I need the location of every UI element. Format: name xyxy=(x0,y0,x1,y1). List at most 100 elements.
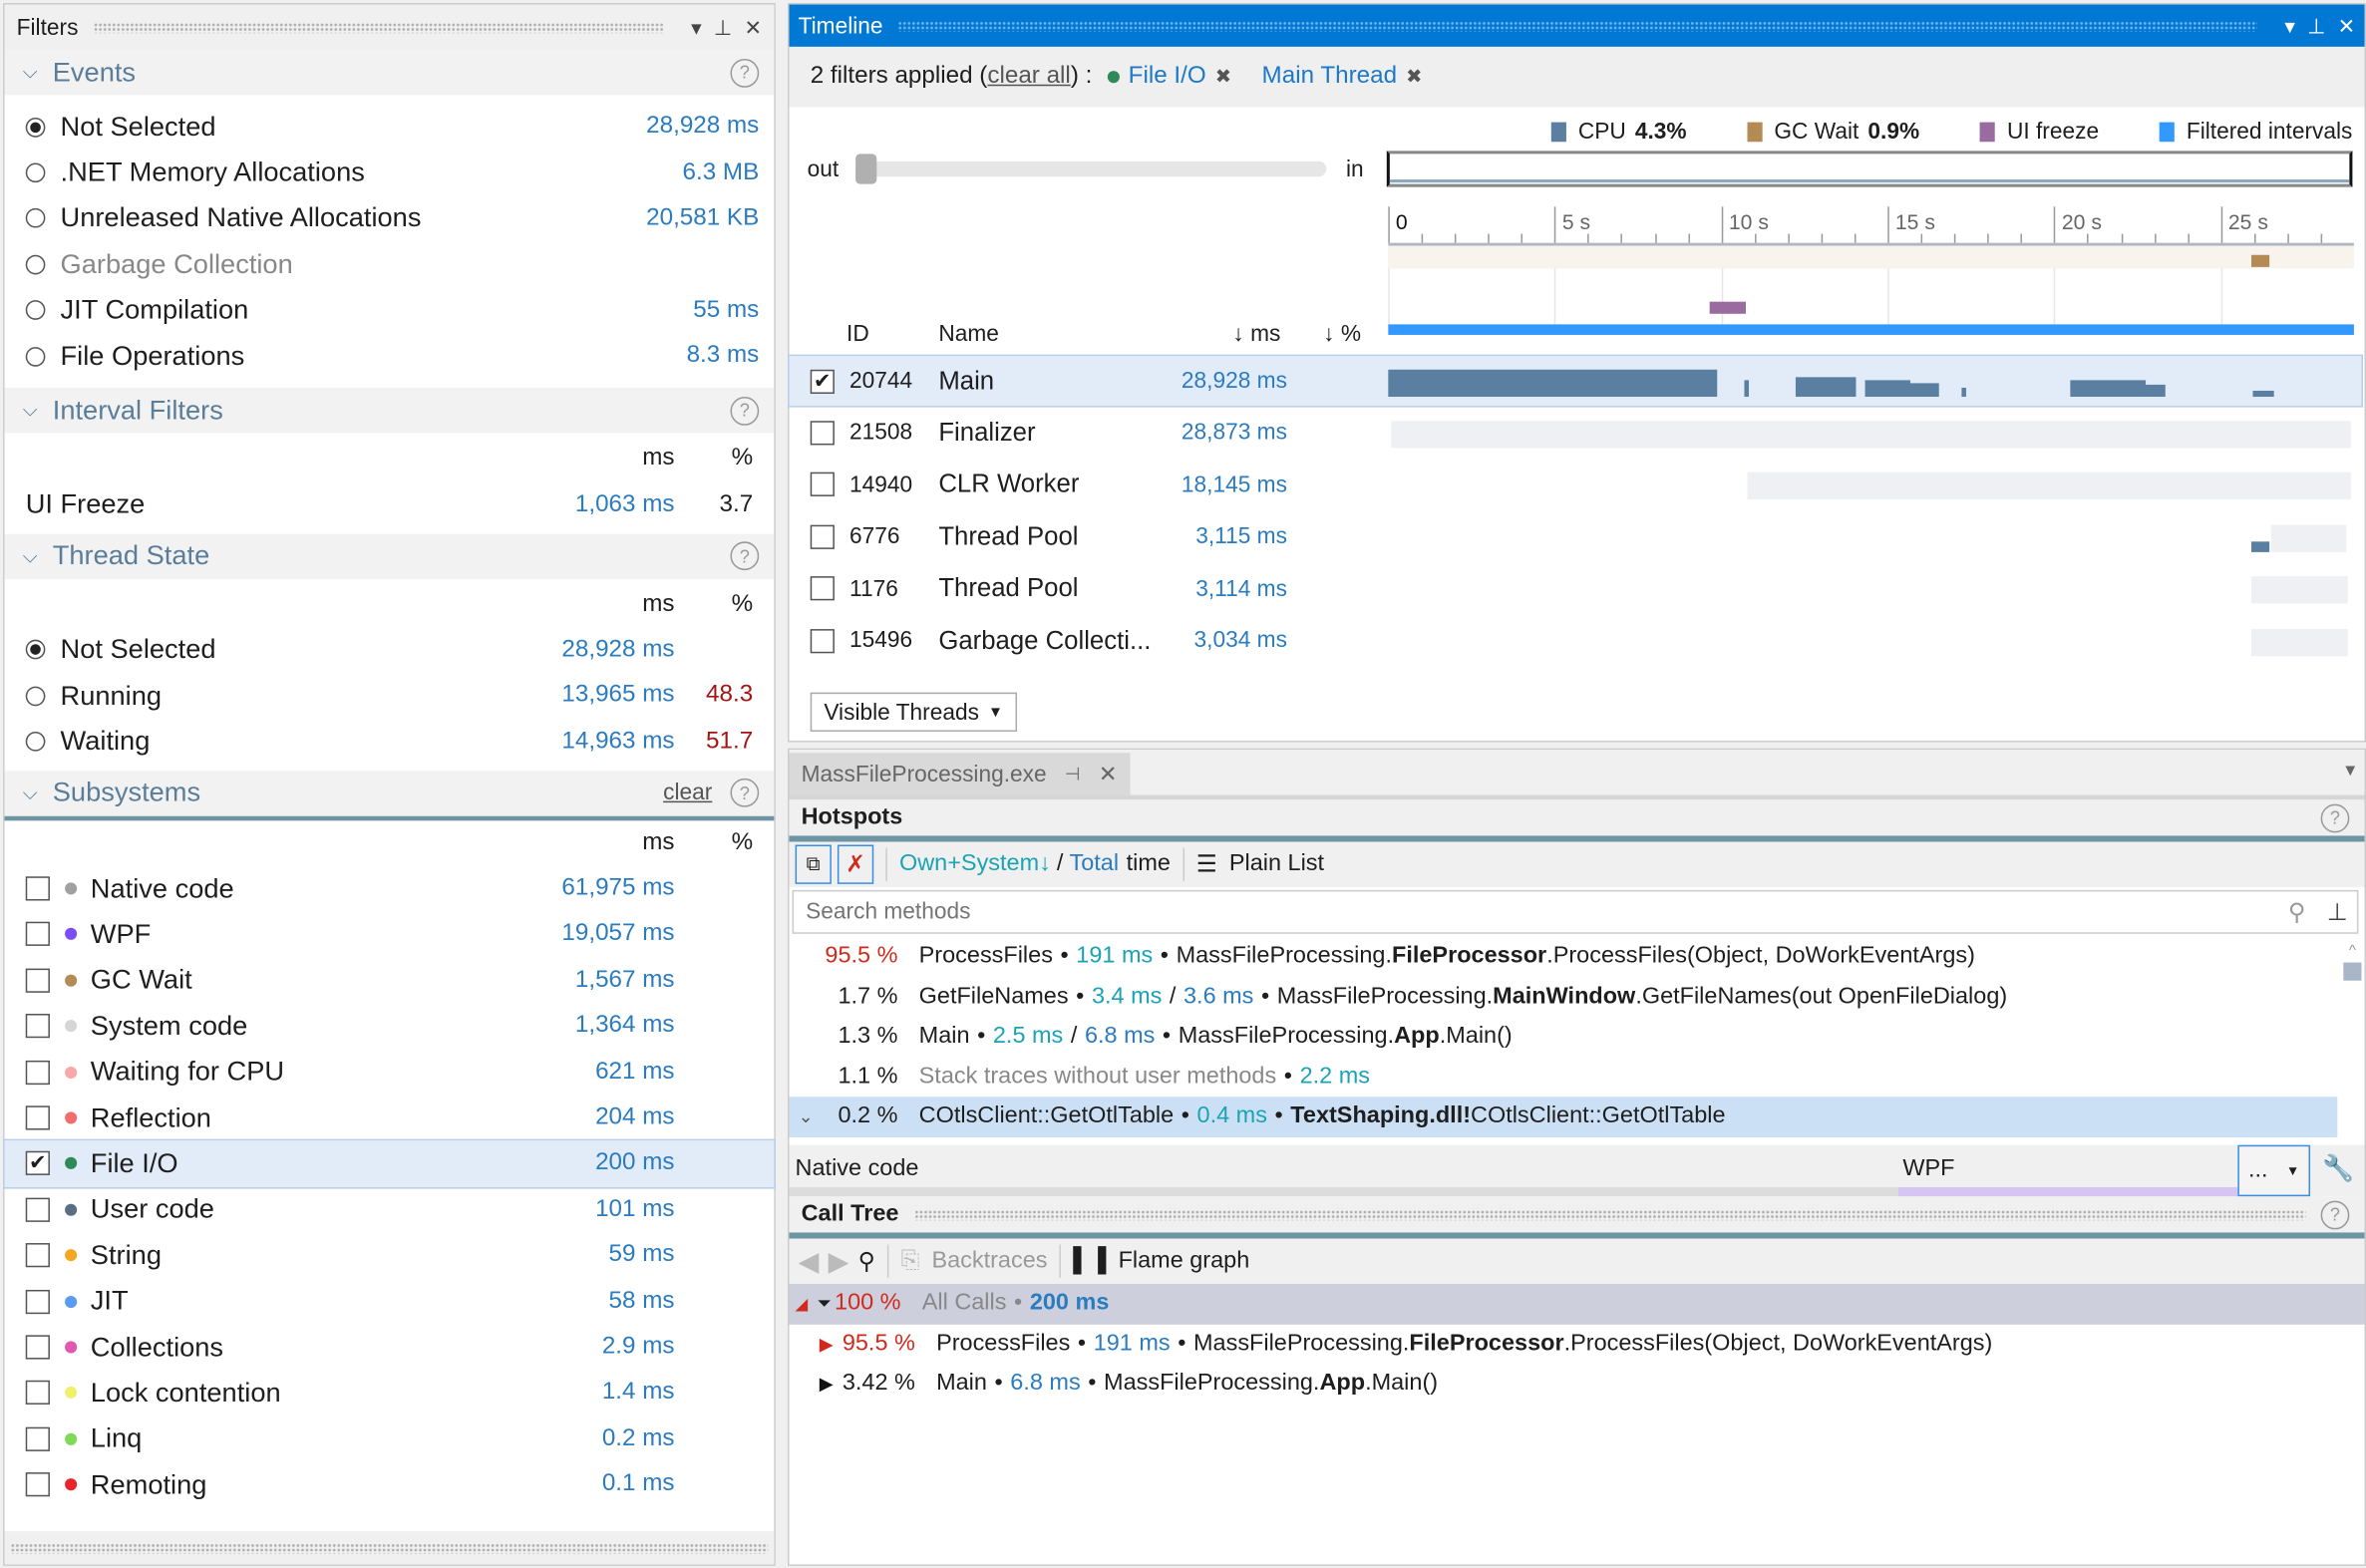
help-icon[interactable]: ? xyxy=(730,780,759,808)
filter-chip-main-thread[interactable]: Main Thread xyxy=(1262,64,1397,91)
pin-icon[interactable]: ⊣ xyxy=(1065,764,1081,784)
pin-icon[interactable]: ⊥ xyxy=(2327,897,2348,927)
search-input[interactable] xyxy=(803,897,2288,926)
hide-system-icon[interactable]: ✗ xyxy=(838,845,873,884)
tab-massfileprocessing[interactable]: MassFileProcessing.exe ⊣ ✕ xyxy=(790,753,1130,794)
thread-activity-track[interactable] xyxy=(1388,470,2354,499)
radio-button[interactable] xyxy=(26,255,46,275)
radio-button[interactable] xyxy=(26,686,46,706)
thread-row[interactable]: 15496Garbage Collecti...3,034 ms xyxy=(790,615,2362,665)
sort-total[interactable]: Total xyxy=(1070,851,1120,878)
close-icon[interactable]: ✕ xyxy=(745,14,763,40)
subsystem-native-code[interactable]: Native code xyxy=(796,1155,919,1182)
subsystem-item[interactable]: GC Wait1,567 ms xyxy=(5,958,775,1004)
help-icon[interactable]: ? xyxy=(730,397,759,426)
event-option[interactable]: File Operations8.3 ms xyxy=(5,333,775,379)
dropdown-icon[interactable]: ▾ xyxy=(691,14,702,40)
search-icon[interactable]: ⚲ xyxy=(858,1247,875,1276)
section-thread-state[interactable]: ⌵ Thread State ? xyxy=(5,533,775,578)
checkbox[interactable] xyxy=(26,1014,50,1038)
interval-ui-freeze[interactable]: UI Freeze 1,063 ms 3.7 xyxy=(5,481,775,527)
call-tree-row[interactable]: ▶3.42 %Main•6.8 ms•MassFileProcessing.Ap… xyxy=(790,1364,2365,1404)
dropdown-icon[interactable]: ▼ xyxy=(2342,762,2358,780)
chevron-down-icon[interactable]: ⌄ xyxy=(799,1106,814,1127)
radio-button[interactable] xyxy=(26,640,46,660)
subsystem-item[interactable]: User code101 ms xyxy=(5,1187,775,1233)
checkbox[interactable] xyxy=(26,876,50,900)
close-icon[interactable]: ✕ xyxy=(2338,13,2356,39)
subsystem-item[interactable]: Linq0.2 ms xyxy=(5,1415,775,1461)
close-icon[interactable]: ✕ xyxy=(1099,761,1118,787)
checkbox[interactable] xyxy=(26,1197,50,1221)
wrench-icon[interactable]: 🔧 xyxy=(2322,1154,2354,1184)
event-option[interactable]: Unreleased Native Allocations20,581 KB xyxy=(5,195,775,241)
checkbox[interactable]: ✔ xyxy=(26,1151,50,1175)
checkbox[interactable] xyxy=(26,1335,50,1359)
thread-activity-track[interactable] xyxy=(1388,521,2354,551)
thread-checkbox[interactable] xyxy=(811,524,835,548)
clear-all-link[interactable]: clear all xyxy=(987,64,1070,91)
call-tree-row[interactable]: ▶95.5 %ProcessFiles•191 ms•MassFileProce… xyxy=(790,1324,2365,1364)
checkbox[interactable] xyxy=(26,1060,50,1084)
merge-icon[interactable]: ⧉ xyxy=(796,845,832,884)
checkbox[interactable] xyxy=(26,968,50,992)
thread-checkbox[interactable] xyxy=(811,421,835,445)
expand-icon[interactable]: ▶ xyxy=(820,1333,834,1354)
checkbox[interactable] xyxy=(26,1105,50,1129)
thread-row[interactable]: ✔20744Main28,928 ms xyxy=(790,356,2362,406)
checkbox[interactable] xyxy=(26,1381,50,1405)
zoom-slider[interactable] xyxy=(855,161,1326,176)
remove-filter-icon[interactable]: ✖ xyxy=(1215,65,1232,89)
thread-row[interactable]: 1176Thread Pool3,114 ms xyxy=(790,563,2362,613)
subsystem-more-dropdown[interactable]: ...▼ xyxy=(2237,1145,2310,1196)
section-subsystems[interactable]: ⌵ Subsystems clear ? xyxy=(5,771,775,820)
section-events[interactable]: ⌵ Events ? xyxy=(5,50,775,95)
subsystem-item[interactable]: Lock contention1.4 ms xyxy=(5,1370,775,1415)
event-option[interactable]: JIT Compilation55 ms xyxy=(5,287,775,333)
zoom-slider-thumb[interactable] xyxy=(855,154,876,183)
help-icon[interactable]: ? xyxy=(2321,1200,2350,1229)
thread-row[interactable]: 6776Thread Pool3,115 ms xyxy=(790,511,2362,561)
dropdown-icon[interactable]: ▾ xyxy=(2284,13,2295,39)
subsystem-item[interactable]: Reflection204 ms xyxy=(5,1096,775,1141)
pin-icon[interactable]: ⊥ xyxy=(714,14,732,40)
drag-grip[interactable] xyxy=(898,20,2257,31)
hotspot-row[interactable]: ⌄0.2 %COtlsClient::GetOtlTable•0.4 ms•Te… xyxy=(790,1097,2338,1136)
search-options-icon[interactable]: ⚲ xyxy=(2288,897,2306,927)
radio-button[interactable] xyxy=(26,163,46,183)
resize-grip[interactable] xyxy=(5,1531,775,1564)
thread-activity-track[interactable] xyxy=(1388,366,2354,396)
hotspot-row[interactable]: 1.3 %Main•2.5 ms/6.8 ms•MassFileProcessi… xyxy=(790,1017,2365,1057)
section-interval-filters[interactable]: ⌵ Interval Filters ? xyxy=(5,388,775,433)
thread-state-option[interactable]: Running13,965 ms48.3 xyxy=(5,673,775,719)
thread-activity-track[interactable] xyxy=(1388,625,2354,655)
expand-icon[interactable]: ▶ xyxy=(820,1374,834,1395)
col-name[interactable]: Name xyxy=(938,321,999,347)
checkbox[interactable] xyxy=(26,922,50,946)
search-methods[interactable]: ⚲ ⊥ xyxy=(793,890,2359,934)
checkbox[interactable] xyxy=(26,1426,50,1450)
checkbox[interactable] xyxy=(26,1243,50,1267)
radio-button[interactable] xyxy=(26,118,46,138)
clear-link[interactable]: clear xyxy=(663,781,712,806)
subsystem-item[interactable]: ✔File I/O200 ms xyxy=(5,1141,775,1187)
subsystem-item[interactable]: Collections2.9 ms xyxy=(5,1324,775,1370)
back-icon[interactable]: ◀ xyxy=(799,1245,820,1277)
scrollbar[interactable]: ^ xyxy=(2343,943,2361,1130)
flame-graph-button[interactable]: Flame graph xyxy=(1119,1248,1250,1275)
checkbox[interactable] xyxy=(26,1289,50,1313)
event-option[interactable]: Not Selected28,928 ms xyxy=(5,104,775,150)
thread-checkbox[interactable]: ✔ xyxy=(811,369,835,393)
expand-icon[interactable]: ◢ xyxy=(796,1294,809,1314)
subsystem-item[interactable]: WPF19,057 ms xyxy=(5,912,775,958)
remove-filter-icon[interactable]: ✖ xyxy=(1406,65,1423,89)
thread-activity-track[interactable] xyxy=(1388,418,2354,448)
subsystem-item[interactable]: Waiting for CPU621 ms xyxy=(5,1050,775,1096)
subsystem-item[interactable]: String59 ms xyxy=(5,1232,775,1278)
help-icon[interactable]: ? xyxy=(2321,803,2350,832)
filter-chip-file-io[interactable]: File I/O xyxy=(1129,64,1206,91)
subsystem-item[interactable]: Native code61,975 ms xyxy=(5,866,775,912)
radio-button[interactable] xyxy=(26,301,46,321)
checkbox[interactable] xyxy=(26,1472,50,1496)
thread-checkbox[interactable] xyxy=(811,628,835,652)
